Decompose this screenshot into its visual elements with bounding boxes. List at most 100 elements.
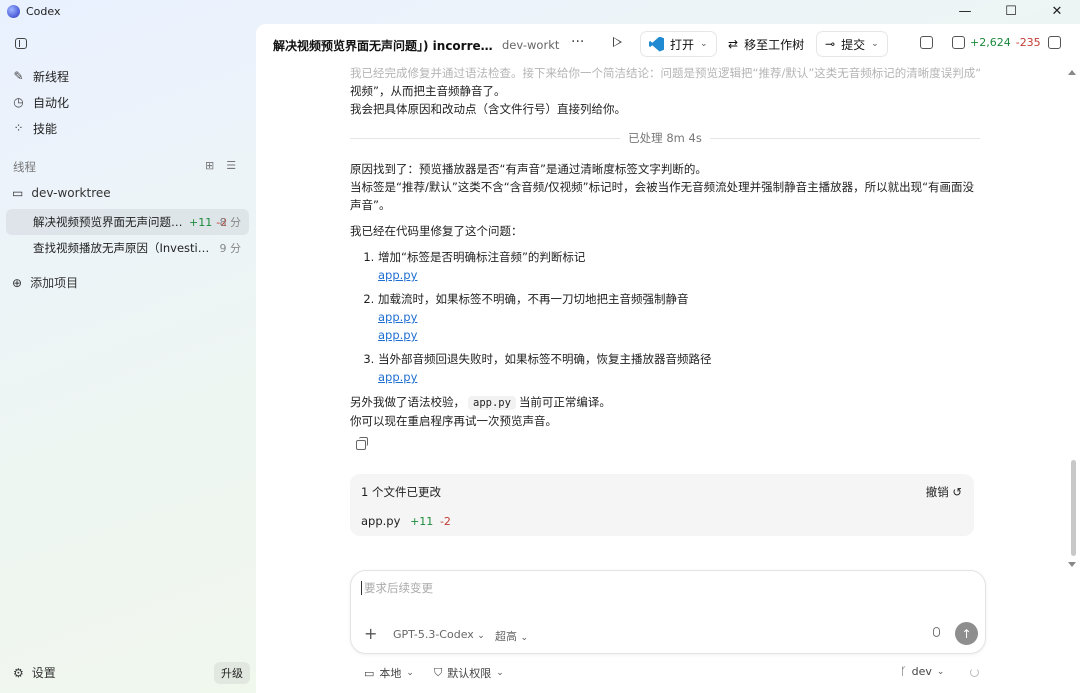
conversation: 我已经完成修复并通过语法检查。接下来给你一个简洁结论：问题是预览逻辑把“推荐/默… [350,64,980,450]
copy-icon[interactable] [356,437,368,450]
diff-removed: -235 [1015,36,1041,49]
file-link[interactable]: app.py [378,308,980,326]
chevron-down-icon: ⌄ [871,39,879,49]
folder-dev-worktree[interactable]: ▭ dev-worktree [12,186,111,200]
scroll-up-arrow[interactable] [1068,70,1076,75]
undo-icon: ↺ [952,485,962,499]
move-to-worktree-button[interactable]: ⇄ 移至工作树 [720,31,812,57]
list-item: 当外部音频回退失败时，如果标签不明确，恢复主播放器音频路径 app.py [378,350,980,386]
message-text: 当标签是“推荐/默认”这类不含“含音频/仅视频”标记时，会被当作无音频流处理并强… [350,180,975,212]
list-item: 增加“标签是否明确标注音频”的判断标记 app.py [378,248,980,284]
thread-added-count: +11 [189,215,213,229]
app-title: Codex [26,4,61,18]
nav-skills[interactable]: ⁘ 技能 [12,117,57,139]
message-text: 原因找到了：预览播放器是否“有声音”是通过清晰度标签文字判断的。 [350,162,707,176]
follow-up-input[interactable] [361,581,921,595]
more-options-button[interactable]: ··· [571,34,584,50]
location-selector[interactable]: ▭ 本地 ⌄ [364,665,414,681]
upgrade-button[interactable]: 升级 [214,662,250,684]
close-button[interactable]: ✕ [1034,0,1080,22]
processed-time: 已处理 8m 4s [620,129,710,147]
commit-button[interactable]: ⊸ 提交 ⌄ [816,31,888,57]
message-text: 你可以现在重启程序再试一次预览声音。 [350,414,557,428]
file-link[interactable]: app.py [378,368,980,386]
gear-icon: ⚙ [13,665,24,680]
chevron-down-icon: ⌄ [406,668,414,678]
file-link[interactable]: app.py [378,266,980,284]
chevron-down-icon: ⌄ [936,666,945,677]
effort-selector[interactable]: 超高 ⌄ [495,628,528,644]
list-item-text: 增加“标签是否明确标注音频”的判断标记 [378,250,586,264]
nav-skills-label: 技能 [33,121,58,136]
undo-label: 撤销 [925,485,949,499]
message-text: 另外我做了语法校验， app.py 当前可正常编译。 [350,393,980,412]
list-item-text: 加载流时，如果标签不明确，不再一刀切地把主音频强制静音 [378,292,689,306]
clock-icon: ◷ [13,95,24,109]
diff-summary[interactable]: +2,624 -235 [952,36,1041,49]
terminal-icon[interactable] [920,36,933,49]
thread-title: 查找视频播放无声原因（Investigat… [33,241,213,255]
settings-button[interactable]: ⚙ 设置 [13,664,56,681]
open-label: 打开 [670,37,695,52]
inline-code: app.py [468,396,516,410]
maximize-button[interactable]: ☐ [988,0,1034,22]
sidebar-toggle-icon[interactable] [15,38,27,49]
folder-icon: ▭ [12,186,24,200]
thread-item-active[interactable]: 解决视频预览界面无声问题… +11 -2 8 分 [6,209,249,235]
thread-item[interactable]: 查找视频播放无声原因（Investigat… 9 分 [6,235,249,261]
changed-file-row[interactable]: app.py +11 -2 [361,514,451,528]
vscode-icon [649,36,664,52]
title-bar: Codex — ☐ ✕ [0,0,1080,22]
scroll-down-arrow[interactable] [1068,562,1076,567]
undo-button[interactable]: 撤销 ↺ [926,484,962,500]
chevron-down-icon: ⌄ [700,39,708,49]
copy-window-icon[interactable] [1048,36,1061,49]
minimize-button[interactable]: — [942,0,988,22]
run-play-icon[interactable] [613,37,622,47]
message-paragraph: 原因找到了：预览播放器是否“有声音”是通过清晰度标签文字判断的。 当标签是“推荐… [350,160,980,214]
message-text: 我已经在代码里修复了这个问题： [350,224,523,238]
diff-added: +2,624 [970,36,1011,49]
changed-files-title: 1 个文件已更改 [361,485,441,499]
syntax-pre: 另外我做了语法校验， [350,395,465,409]
nav-new-thread[interactable]: ✎ 新线程 [12,65,69,87]
main-panel: 解决视频预览界面无声问题」) incorrect; ne... dev-work… [256,24,1080,693]
nav-automation[interactable]: ◷ 自动化 [12,91,69,113]
folder-label: dev-worktree [31,186,111,200]
message-text: 视频”，从而把主音频静音了。 [350,84,506,98]
open-in-editor-button[interactable]: 打开 ⌄ [640,31,717,57]
fix-list: 增加“标签是否明确标注音频”的判断标记 app.py 加载流时，如果标签不明确，… [350,248,980,386]
changed-file-added: +11 [410,515,434,528]
message-text: 我会把具体原因和改动点（含文件行号）直接列给你。 [350,102,626,116]
file-link[interactable]: app.py [378,326,980,344]
diff-icon [952,36,965,49]
changed-file-name: app.py [361,514,401,528]
commit-label: 提交 [841,37,866,52]
branch-icon: ᚴ [900,665,907,678]
changed-file-removed: -2 [439,515,451,528]
threads-section-tools: ⊞ ☰ [205,159,236,172]
syntax-post: 当前可正常编译。 [518,395,611,409]
model-selector[interactable]: GPT-5.3-Codex ⌄ [393,628,485,641]
codex-logo-icon [7,4,20,18]
chevron-down-icon: ⌄ [496,668,504,678]
list-item-text: 当外部音频回退失败时，如果标签不明确，恢复主播放器音频路径 [378,352,712,366]
settings-label: 设置 [31,666,56,680]
changed-files-card: 1 个文件已更改 撤销 ↺ app.py +11 -2 [350,474,974,536]
new-folder-icon[interactable]: ⊞ [205,159,214,172]
add-folder-icon: ⊕ [12,275,23,290]
filter-icon[interactable]: ☰ [226,159,236,172]
add-attachment-icon[interactable]: + [364,624,377,643]
send-button[interactable]: ↑ [955,622,978,645]
add-project-button[interactable]: ⊕ 添加项目 [12,274,78,291]
sidebar: ✎ 新线程 ◷ 自动化 ⁘ 技能 线程 ⊞ ☰ ▭ dev-worktree 解… [0,22,256,693]
loading-spinner-icon [970,668,979,677]
permission-label: 默认权限 [447,667,492,680]
branch-selector[interactable]: ᚴ dev ⌄ [900,665,944,678]
chevron-down-icon: ⌄ [477,631,485,641]
microphone-icon[interactable] [933,627,940,637]
threads-section-label: 线程 [13,160,36,174]
scrollbar-thumb[interactable] [1071,460,1076,556]
permission-selector[interactable]: ⛉ 默认权限 ⌄ [434,665,504,681]
shield-icon: ⛉ [434,666,443,679]
